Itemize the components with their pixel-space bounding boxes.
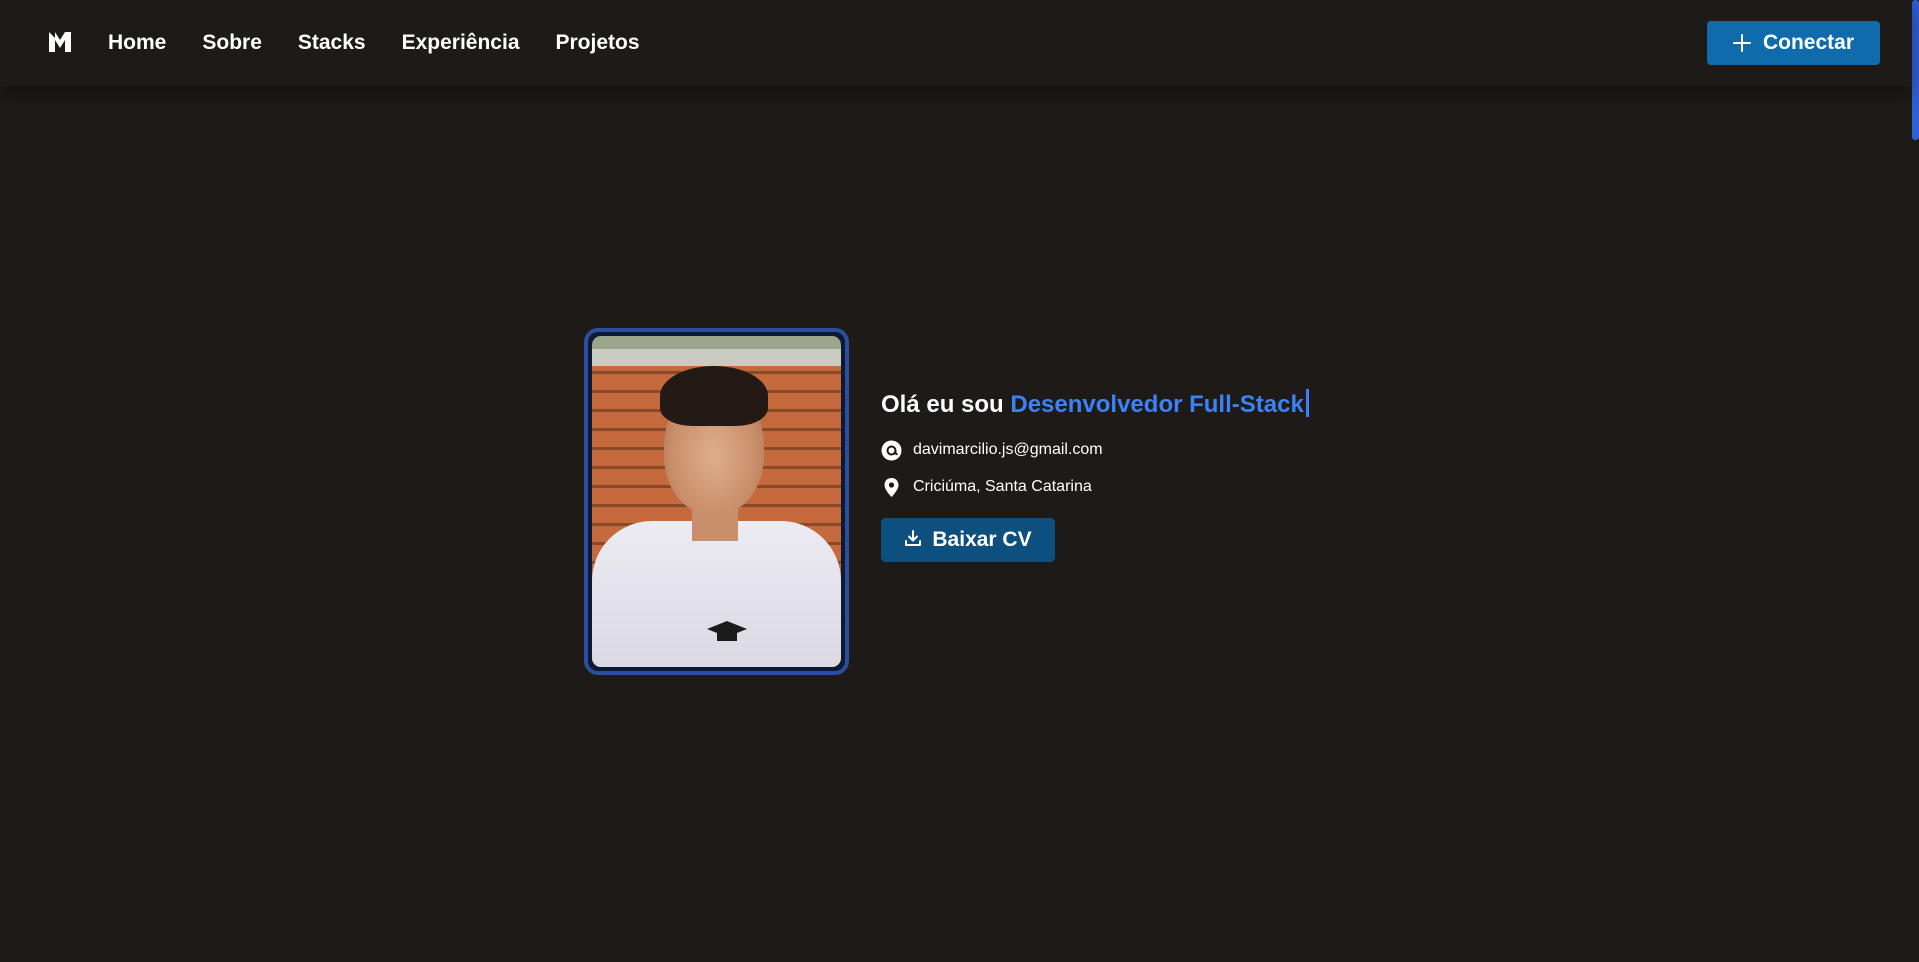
main-nav: Home Sobre Stacks Experiência Projetos [108, 30, 640, 56]
plus-icon [1732, 34, 1751, 52]
download-icon [904, 529, 922, 552]
download-cv-button[interactable]: Baixar CV [881, 518, 1055, 562]
profile-photo [592, 336, 841, 667]
email-row: davimarcilio.js@gmail.com [881, 439, 1309, 461]
typing-caret [1305, 389, 1309, 417]
nav-item-sobre[interactable]: Sobre [202, 30, 262, 56]
top-navbar: Home Sobre Stacks Experiência Projetos C… [0, 0, 1912, 86]
map-pin-icon [881, 477, 902, 498]
email-text[interactable]: davimarcilio.js@gmail.com [913, 441, 1103, 459]
nav-item-home[interactable]: Home [108, 30, 166, 56]
scrollbar-thumb[interactable] [1912, 0, 1919, 140]
location-row: Criciúma, Santa Catarina [881, 476, 1309, 498]
nav-item-experiencia[interactable]: Experiência [402, 30, 520, 56]
dm-monogram-logo-icon[interactable] [47, 30, 73, 54]
hero-text: Olá eu sou Desenvolvedor Full-Stack davi… [881, 388, 1309, 562]
greeting-role: Desenvolvedor Full-Stack [1010, 391, 1304, 418]
greeting-prefix: Olá eu sou [881, 391, 1004, 418]
nav-item-projetos[interactable]: Projetos [556, 30, 640, 56]
nav-item-stacks[interactable]: Stacks [298, 30, 366, 56]
graduation-cap-icon [707, 621, 747, 641]
download-cv-label: Baixar CV [932, 528, 1032, 551]
location-text: Criciúma, Santa Catarina [913, 478, 1092, 495]
page: Home Sobre Stacks Experiência Projetos C… [0, 0, 1919, 962]
page-scrollbar[interactable] [1912, 0, 1919, 962]
at-sign-icon [881, 440, 902, 461]
greeting-heading: Olá eu sou Desenvolvedor Full-Stack [881, 388, 1309, 422]
connect-button[interactable]: Conectar [1707, 21, 1880, 65]
connect-button-label: Conectar [1762, 31, 1855, 54]
profile-photo-frame [584, 328, 849, 675]
